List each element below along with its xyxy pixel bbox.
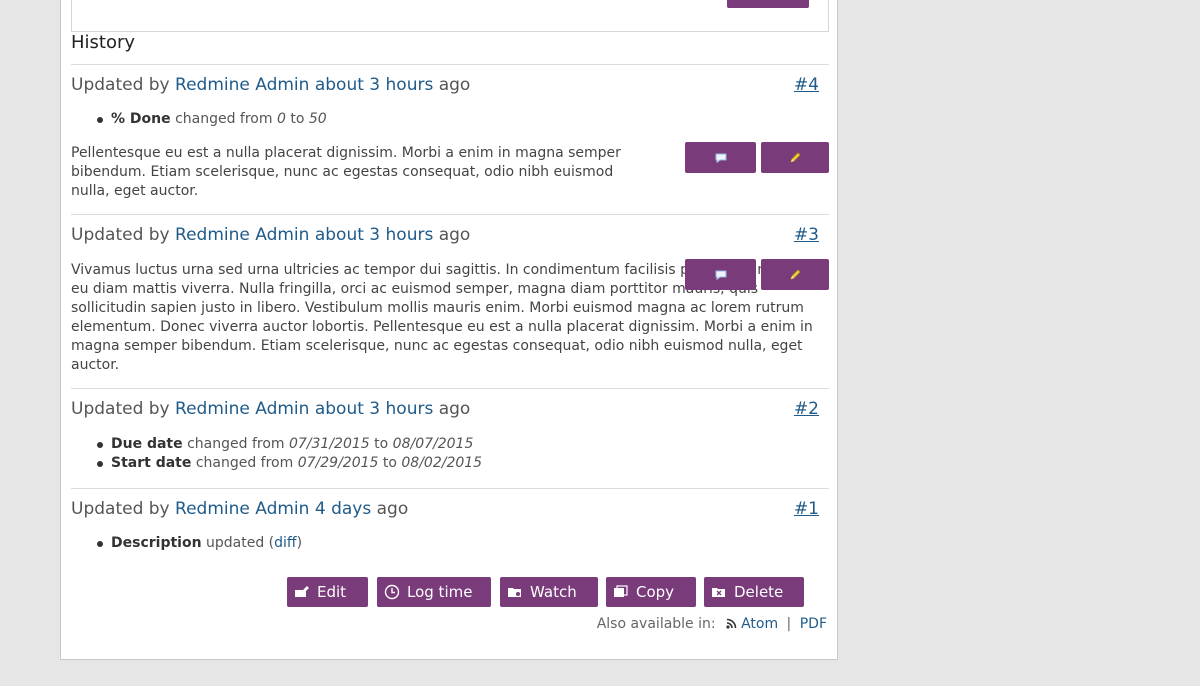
- journal-entry: Updated by Redmine Admin 4 days ago #1 D…: [71, 488, 829, 559]
- detail-text: changed from: [175, 111, 273, 127]
- time-link[interactable]: about 3 hours: [315, 75, 433, 95]
- updated-by-label: Updated by: [71, 75, 170, 95]
- pdf-link[interactable]: PDF: [800, 616, 827, 632]
- issue-details-box: [71, 0, 829, 32]
- edit-note-button[interactable]: [761, 259, 829, 290]
- updated-by-label: Updated by: [71, 225, 170, 245]
- journal-entry: Updated by Redmine Admin about 3 hours a…: [71, 214, 829, 388]
- journal-notes: Pellentesque eu est a nulla placerat dig…: [71, 145, 621, 199]
- issue-content: History Updated by Redmine Admin about 3…: [60, 0, 838, 660]
- atom-link[interactable]: Atom: [741, 616, 778, 632]
- log-time-label: Log time: [407, 583, 473, 601]
- log-time-button[interactable]: Log time: [377, 577, 491, 607]
- time-suffix: ago: [438, 225, 471, 245]
- copy-icon: [614, 585, 628, 597]
- journal-details: % Done changed from 0 to 50: [97, 110, 327, 129]
- journal-header: Updated by Redmine Admin about 3 hours a…: [71, 225, 470, 245]
- detail-text: updated (: [206, 535, 275, 551]
- delete-icon: [712, 588, 725, 597]
- also-available-label: Also available in:: [596, 616, 716, 632]
- submit-button[interactable]: [727, 0, 809, 8]
- updated-by-label: Updated by: [71, 499, 170, 519]
- detail-field: Description: [111, 535, 202, 551]
- pencil-icon: [790, 151, 801, 163]
- edit-label: Edit: [317, 583, 347, 601]
- journal-details: Due date changed from 07/31/2015 to 08/0…: [97, 435, 482, 473]
- copy-label: Copy: [636, 583, 675, 601]
- time-suffix: ago: [376, 499, 409, 519]
- detail-field: % Done: [111, 111, 171, 127]
- diff-link[interactable]: diff: [274, 535, 296, 551]
- detail-text: changed from: [195, 455, 294, 471]
- detail-item: Start date changed from 07/29/2015 to 08…: [97, 454, 482, 473]
- updated-by-label: Updated by: [71, 399, 170, 419]
- also-available: Also available in: Atom | PDF: [597, 616, 827, 632]
- separator: |: [786, 616, 792, 632]
- journal-number-link[interactable]: #4: [794, 75, 819, 95]
- detail-old-value: 07/29/2015: [297, 455, 379, 471]
- time-suffix: ago: [438, 399, 471, 419]
- detail-old-value: 07/31/2015: [288, 436, 370, 452]
- detail-old-value: 0: [276, 111, 286, 127]
- time-link[interactable]: about 3 hours: [315, 399, 433, 419]
- time-link[interactable]: 4 days: [315, 499, 371, 519]
- watch-label: Watch: [530, 583, 577, 601]
- speech-bubble-icon: [715, 153, 726, 163]
- journal-number-link[interactable]: #3: [794, 225, 819, 245]
- detail-field: Due date: [111, 436, 183, 452]
- clock-icon: [384, 584, 400, 600]
- delete-button[interactable]: Delete: [704, 577, 804, 607]
- journal-number-link[interactable]: #2: [794, 399, 819, 419]
- time-suffix: ago: [438, 75, 471, 95]
- journal-header: Updated by Redmine Admin about 3 hours a…: [71, 75, 470, 95]
- journal-details: Description updated (diff): [97, 534, 302, 553]
- watch-button[interactable]: Watch: [500, 577, 598, 607]
- edit-note-button[interactable]: [761, 142, 829, 173]
- detail-to: to: [290, 111, 305, 127]
- time-link[interactable]: about 3 hours: [315, 225, 433, 245]
- edit-icon: [295, 586, 309, 597]
- detail-item: Due date changed from 07/31/2015 to 08/0…: [97, 435, 482, 454]
- author-link[interactable]: Redmine Admin: [175, 225, 309, 245]
- detail-to: to: [382, 455, 397, 471]
- journal-entry: Updated by Redmine Admin about 3 hours a…: [71, 64, 829, 215]
- detail-item: Description updated (diff): [97, 534, 302, 553]
- journal-entry: Updated by Redmine Admin about 3 hours a…: [71, 388, 829, 488]
- edit-button[interactable]: Edit: [287, 577, 368, 607]
- detail-new-value: 08/07/2015: [392, 436, 474, 452]
- pencil-icon: [790, 268, 801, 280]
- detail-to: to: [374, 436, 389, 452]
- detail-new-value: 50: [308, 111, 327, 127]
- detail-item: % Done changed from 0 to 50: [97, 110, 327, 129]
- journal-number-link[interactable]: #1: [794, 499, 819, 519]
- detail-close-paren: ): [296, 535, 303, 551]
- speech-bubble-icon: [715, 270, 726, 280]
- author-link[interactable]: Redmine Admin: [175, 499, 309, 519]
- quote-button[interactable]: [685, 259, 756, 290]
- copy-button[interactable]: Copy: [606, 577, 696, 607]
- detail-new-value: 08/02/2015: [401, 455, 483, 471]
- watch-icon: [508, 588, 521, 597]
- author-link[interactable]: Redmine Admin: [175, 399, 309, 419]
- detail-text: changed from: [187, 436, 285, 452]
- detail-field: Start date: [111, 455, 192, 471]
- journal-header: Updated by Redmine Admin 4 days ago: [71, 499, 408, 519]
- history-heading: History: [71, 32, 136, 53]
- author-link[interactable]: Redmine Admin: [175, 75, 309, 95]
- quote-button[interactable]: [685, 142, 756, 173]
- rss-icon: [726, 618, 737, 629]
- delete-label: Delete: [734, 583, 784, 601]
- journal-header: Updated by Redmine Admin about 3 hours a…: [71, 399, 470, 419]
